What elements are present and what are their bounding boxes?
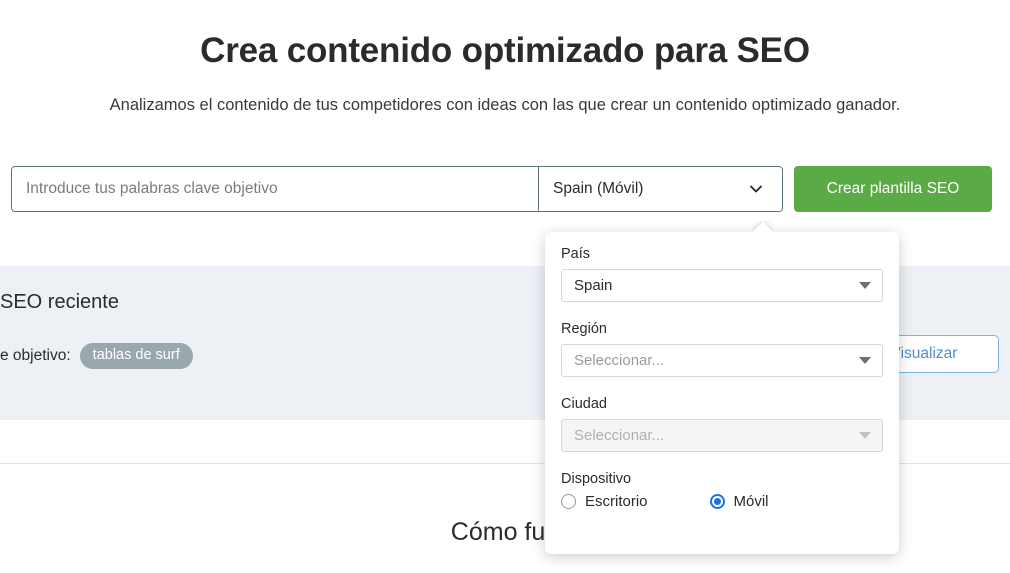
caret-down-icon (859, 282, 871, 289)
recent-seo-title: SEO reciente (0, 291, 119, 313)
page-subtitle: Analizamos el contenido de tus competido… (109, 96, 901, 114)
create-seo-template-button[interactable]: Crear plantilla SEO (794, 166, 992, 212)
device-option-mobile[interactable]: Móvil (709, 493, 769, 510)
region-select-value: Seleccionar... (574, 352, 665, 369)
caret-down-icon (859, 357, 871, 364)
location-device-dropdown[interactable]: Spain (Móvil) (538, 167, 782, 211)
city-select: Seleccionar... (561, 419, 883, 452)
recent-seo-row: e objetivo: tablas de surf (0, 343, 193, 369)
city-select-value: Seleccionar... (574, 427, 665, 444)
radio-unchecked-icon (561, 494, 576, 509)
country-select[interactable]: Spain (561, 269, 883, 302)
radio-checked-icon (709, 494, 725, 509)
device-radio-group: Escritorio Móvil (561, 493, 883, 510)
page-root: Crea contenido optimizado para SEO Anali… (0, 0, 1010, 573)
device-label: Dispositivo (561, 471, 632, 487)
search-input-group: Spain (Móvil) (11, 166, 783, 212)
device-option-desktop[interactable]: Escritorio (561, 493, 648, 510)
city-label: Ciudad (561, 396, 607, 412)
target-keyword-label: e objetivo: (0, 346, 71, 364)
chevron-down-icon (750, 185, 762, 193)
hero-section: Crea contenido optimizado para SEO Anali… (0, 0, 1010, 115)
location-device-value: Spain (Móvil) (553, 180, 644, 197)
location-settings-popover: País Spain Región Seleccionar... Ciudad … (545, 232, 899, 554)
caret-down-icon (859, 432, 871, 439)
search-bar: Spain (Móvil) Crear plantilla SEO (11, 166, 992, 212)
keyword-input[interactable] (12, 167, 538, 211)
popover-caret (752, 221, 774, 232)
country-label: País (561, 246, 591, 262)
device-option-desktop-label: Escritorio (585, 493, 648, 510)
region-label: Región (561, 321, 607, 337)
device-option-mobile-label: Móvil (733, 493, 769, 510)
page-title: Crea contenido optimizado para SEO (200, 31, 810, 70)
keyword-tag: tablas de surf (79, 343, 193, 369)
country-select-value: Spain (574, 277, 613, 294)
region-select[interactable]: Seleccionar... (561, 344, 883, 377)
